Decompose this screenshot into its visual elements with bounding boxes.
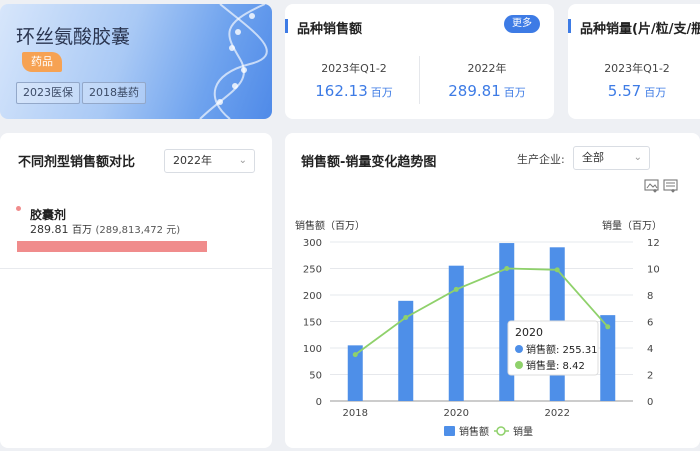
stat-divider [419,56,420,104]
dosage-form-card: 不同剂型销售额对比 2022年 ⌄ 胶囊剂 289.81 百万 (289,813,… [0,133,272,448]
legend-dot [16,206,21,211]
sales-bar [448,265,464,401]
left-tick-label: 300 [303,238,322,249]
sales-stat-value-2022: 289.81 百万 [448,82,526,100]
tooltip-sales-dot [515,345,523,353]
tooltip-volume-row: 销售量: 8.42 [526,359,585,372]
volume-point [504,266,510,271]
volume-stat-value-q12: 5.57 百万 [607,82,667,100]
sales-stat-value-q12: 162.13 百万 [315,82,393,100]
volume-card: 品种销量(片/粒/支/瓶) 2023年Q1-2 5.57 百万 [568,4,700,119]
x-axis-ticks: 2018 2020 2022 [343,408,570,419]
trend-chart-card: 销售额-销量变化趋势图 生产企业: 全部 ⌄ 销售额（百万） 销量（百万） 0 50… [285,133,700,448]
legend-volume-label: 销量 [513,425,533,438]
dosage-item-value: 289.81 百万 (289,813,472 元) [30,223,181,236]
volume-point [453,286,459,292]
tooltip-sales-row: 销售额: 255.31 [526,343,598,356]
right-tick-label: 12 [647,238,660,249]
drug-hero-banner: 环丝氨酸胶囊 药品 2023医保 2018基药 [0,4,272,119]
right-tick-label: 10 [647,265,660,276]
left-tick-label: 100 [303,344,322,355]
right-tick-label: 4 [647,344,653,355]
right-axis-ticks: 0 2 4 6 8 10 12 [647,238,660,408]
insurance-chip: 2023医保 [16,82,80,104]
chevron-down-icon: ⌄ [238,155,247,166]
drug-title: 环丝氨酸胶囊 [16,26,131,48]
x-tick-label: 2018 [343,408,368,419]
legend-sales-label: 销售额 [459,425,489,438]
essential-drug-chip: 2018基药 [82,82,146,104]
dosage-card-title: 不同剂型销售额对比 [18,155,136,170]
legend-sales-swatch [444,426,455,436]
legend-volume-marker [496,426,506,436]
chart-legend[interactable]: 销售额 销量 [444,425,533,438]
left-axis-ticks: 0 50 100 150 200 250 300 [303,238,322,408]
left-tick-label: 150 [303,318,322,329]
volume-point [554,267,560,273]
drug-type-tag: 药品 [22,52,62,72]
volume-stat-label-q12: 2023年Q1-2 [604,62,670,75]
x-tick-label: 2022 [545,408,570,419]
chart-tooltip: 2020 销售额: 255.31 销售量: 8.42 [507,320,599,376]
section-divider [0,268,272,269]
sales-card: 品种销售额 更多 2023年Q1-2 162.13 百万 2022年 289.81… [285,4,554,119]
right-tick-label: 2 [647,371,653,382]
tooltip-title: 2020 [515,326,543,339]
volume-point [605,324,611,330]
volume-card-title: 品种销量(片/粒/支/瓶) [568,18,700,37]
right-tick-label: 8 [647,291,653,302]
more-button[interactable]: 更多 [504,15,540,33]
left-axis-label: 销售额（百万） [295,219,365,232]
left-tick-label: 50 [309,371,322,382]
tooltip-volume-dot [515,361,523,369]
right-axis-label: 销量（百万） [602,219,662,232]
year-select[interactable]: 2022年 ⌄ [164,149,255,173]
right-tick-label: 0 [647,397,653,408]
sales-volume-chart: 销售额（百万） 销量（百万） 0 50 100 150 200 250 300 0 2 4 6 8 1… [295,219,662,438]
left-tick-label: 200 [303,291,322,302]
volume-point [352,352,358,358]
sales-card-title: 品种销售额 [285,18,362,37]
dosage-share-bar [17,241,207,252]
sales-stat-label-q12: 2023年Q1-2 [321,62,387,75]
right-tick-label: 6 [647,318,653,329]
x-tick-label: 2020 [444,408,469,419]
dna-helix-icon [199,4,268,119]
volume-point [403,315,409,321]
left-tick-label: 250 [303,265,322,276]
sales-stat-label-2022: 2022年 [467,62,507,75]
left-tick-label: 0 [316,397,322,408]
